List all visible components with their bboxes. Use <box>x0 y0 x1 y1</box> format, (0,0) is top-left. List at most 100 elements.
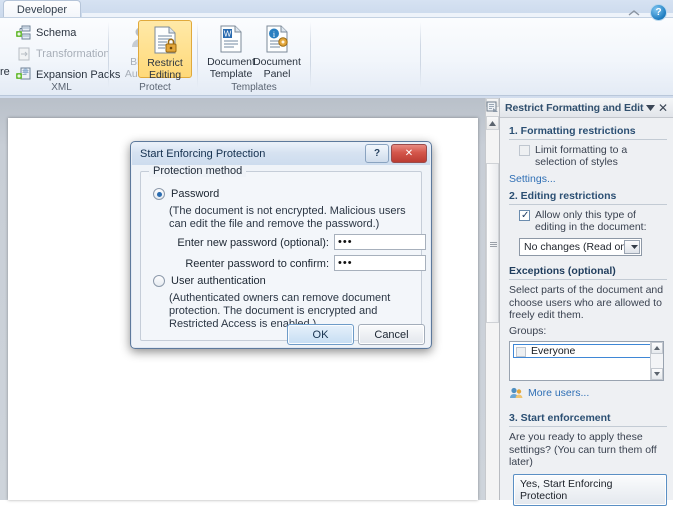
start-enforcing-protection-button[interactable]: Yes, Start Enforcing Protection <box>513 473 667 506</box>
restrict-editing-label-1: Restrict <box>147 57 183 69</box>
password-radio-row[interactable]: Password <box>153 188 219 200</box>
ribbon-item-schema-label: Schema <box>36 26 77 39</box>
new-password-label: Enter new password (optional): <box>177 237 329 249</box>
help-button[interactable]: ? <box>650 4 667 21</box>
close-icon[interactable]: ✕ <box>656 101 670 115</box>
restrict-editing-icon <box>149 24 181 56</box>
protection-method-caption: Protection method <box>149 165 247 177</box>
section-start-enforcement-heading: 3. Start enforcement <box>509 412 667 427</box>
chevron-down-icon[interactable] <box>644 102 656 114</box>
password-hint: (The document is not encrypted. Maliciou… <box>169 205 406 230</box>
editing-type-value: No changes (Read only) <box>524 241 638 253</box>
groups-listbox[interactable]: Everyone <box>509 341 664 381</box>
confirm-password-value: ••• <box>338 257 353 269</box>
ribbon-group-xml: Schema Transformation Expansion Packs XM… <box>14 18 120 95</box>
ribbon-top-right-controls: ? <box>627 4 667 21</box>
allow-editing-label: Allow only this type of editing in the d… <box>535 209 647 233</box>
user-auth-radio[interactable] <box>153 275 165 287</box>
dialog-help-button[interactable]: ? <box>365 144 389 163</box>
ribbon: Developer re Schema Transformation Expan… <box>0 0 673 98</box>
help-button-label: ? <box>655 7 662 18</box>
dialog-titlebar-buttons: ? ✕ <box>365 144 427 163</box>
list-item[interactable]: Everyone <box>513 344 661 358</box>
more-users-row[interactable]: More users... <box>509 386 667 400</box>
ribbon-button-document-panel[interactable]: i Document Panel <box>246 20 308 80</box>
svg-text:W: W <box>224 30 232 39</box>
ribbon-item-transformation: Transformation <box>16 44 110 63</box>
triangle-down-icon[interactable] <box>651 368 663 380</box>
dialog-titlebar[interactable]: Start Enforcing Protection ? ✕ <box>132 143 430 165</box>
scrollbar-up-button[interactable] <box>486 116 499 130</box>
start-enforcing-protection-dialog: Start Enforcing Protection ? ✕ Protectio… <box>130 141 432 349</box>
schema-icon <box>16 25 32 41</box>
grip-icon <box>490 242 497 247</box>
group-separator <box>108 22 109 88</box>
section-formatting-restrictions-heading: 1. Formatting restrictions <box>509 125 667 140</box>
expansion-packs-icon <box>16 67 32 83</box>
more-users-link[interactable]: More users... <box>528 387 589 399</box>
ribbon-button-restrict-editing[interactable]: Restrict Editing <box>138 20 192 80</box>
section-exceptions-heading: Exceptions (optional) <box>509 265 667 280</box>
document-vertical-scrollbar[interactable] <box>485 98 499 500</box>
transformation-icon <box>16 46 32 62</box>
password-radio-label: Password <box>171 188 220 200</box>
dialog-close-button[interactable]: ✕ <box>391 144 427 163</box>
section-editing-restrictions-heading: 2. Editing restrictions <box>509 190 667 205</box>
cancel-button[interactable]: Cancel <box>358 324 425 345</box>
new-password-input[interactable]: ••• <box>334 234 426 250</box>
groups-label: Groups: <box>509 324 547 337</box>
allow-editing-checkbox[interactable]: ✓ <box>519 210 530 221</box>
settings-link[interactable]: Settings... <box>509 173 667 185</box>
document-panel-icon: i <box>261 23 293 55</box>
groups-listbox-scrollbar[interactable] <box>650 342 663 380</box>
editing-type-dropdown[interactable]: No changes (Read only) <box>519 238 642 256</box>
password-radio[interactable] <box>153 188 165 200</box>
check-icon: ✓ <box>521 210 530 221</box>
document-panel-label-1: Document <box>253 56 301 68</box>
ribbon-tabstrip: Developer <box>0 0 673 19</box>
triangle-up-icon <box>489 117 496 129</box>
users-icon <box>509 386 523 400</box>
dialog-title: Start Enforcing Protection <box>140 148 266 160</box>
ok-button[interactable]: OK <box>287 324 354 345</box>
confirm-password-input[interactable]: ••• <box>334 255 426 271</box>
task-pane-icon[interactable] <box>485 100 499 114</box>
ribbon-item-transformation-label: Transformation <box>36 47 110 60</box>
user-auth-radio-label: User authentication <box>171 275 266 287</box>
group-everyone-checkbox[interactable] <box>516 346 526 357</box>
allow-editing-checkbox-row[interactable]: ✓ Allow only this type of editing in the… <box>519 209 667 233</box>
limit-formatting-checkbox-row[interactable]: Limit formatting to a selection of style… <box>519 144 667 168</box>
protection-method-groupbox: Protection method Password (The document… <box>140 165 426 345</box>
chevron-up-icon[interactable] <box>627 7 641 19</box>
task-pane: Restrict Formatting and Editing ✕ 1. For… <box>499 98 673 506</box>
ribbon-body: re Schema Transformation Expansion Packs… <box>0 17 673 96</box>
document-template-icon: W <box>215 23 247 55</box>
user-auth-radio-row[interactable]: User authentication <box>153 275 266 287</box>
group-separator <box>310 22 311 88</box>
ribbon-group-xml-label: XML <box>51 82 72 93</box>
ribbon-group-templates: W Document Template i Document Panel Tem… <box>200 18 308 95</box>
limit-formatting-checkbox[interactable] <box>519 145 530 156</box>
restrict-editing-label-2: Editing <box>148 68 182 81</box>
task-pane-body: 1. Formatting restrictions Limit formatt… <box>500 118 673 506</box>
scrollbar-track[interactable] <box>486 130 499 500</box>
group-separator <box>420 22 421 88</box>
scrollbar-thumb[interactable] <box>486 163 499 323</box>
task-pane-title: Restrict Formatting and Editing <box>505 101 644 114</box>
tab-developer-label: Developer <box>16 4 68 16</box>
document-panel-label-2: Panel <box>263 67 291 80</box>
start-enforcement-description: Are you ready to apply these settings? (… <box>509 431 657 468</box>
chevron-down-icon[interactable] <box>624 240 640 254</box>
ribbon-group-protect: Block Authors Restrict <box>112 18 198 95</box>
ribbon-cutoff-label: re <box>0 65 10 78</box>
group-everyone-label: Everyone <box>531 345 576 357</box>
ribbon-group-templates-label: Templates <box>231 82 277 93</box>
group-separator <box>197 22 198 88</box>
ribbon-group-protect-label: Protect <box>139 82 171 93</box>
confirm-password-label: Reenter password to confirm: <box>185 258 329 270</box>
exceptions-description: Select parts of the document and choose … <box>509 284 664 321</box>
ribbon-item-schema[interactable]: Schema <box>16 23 76 42</box>
triangle-up-icon[interactable] <box>651 342 663 354</box>
dialog-body: Protection method Password (The document… <box>132 165 430 347</box>
new-password-value: ••• <box>338 236 353 248</box>
